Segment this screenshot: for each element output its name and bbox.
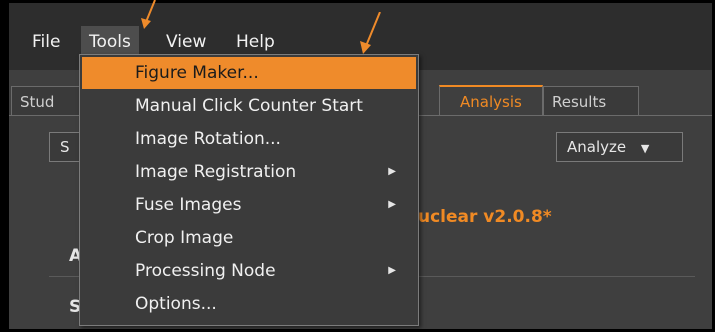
arrow-icon <box>360 12 381 54</box>
menu-item-image-registration[interactable]: Image Registration ▶ <box>82 156 416 188</box>
menu-item-figure-maker[interactable]: Figure Maker... <box>82 57 416 89</box>
triangle-right-icon: ▶ <box>388 265 396 276</box>
protocol-title: uclear v2.0.8* <box>418 207 552 227</box>
menu-item-processing-node[interactable]: Processing Node ▶ <box>82 255 416 287</box>
menu-item-crop-image[interactable]: Crop Image <box>82 222 416 254</box>
menu-file[interactable]: File <box>24 26 68 58</box>
analyze-dropdown[interactable]: Analyze ▼ <box>556 132 683 162</box>
menu-item-options[interactable]: Options... <box>82 288 416 320</box>
menu-item-image-rotation[interactable]: Image Rotation... <box>82 123 416 155</box>
caret-down-icon: ▼ <box>640 142 650 155</box>
menu-item-manual-click-counter[interactable]: Manual Click Counter Start <box>82 90 416 122</box>
tools-dropdown-menu: Figure Maker... Manual Click Counter Sta… <box>79 54 419 326</box>
frame-left <box>0 0 9 332</box>
tab-analysis[interactable]: Analysis <box>439 85 543 116</box>
triangle-right-icon: ▶ <box>388 199 396 210</box>
analyze-label: Analyze <box>567 138 627 156</box>
tab-results[interactable]: Results <box>543 86 639 116</box>
menu-item-fuse-images[interactable]: Fuse Images ▶ <box>82 189 416 221</box>
arrow-icon <box>141 0 156 29</box>
triangle-right-icon: ▶ <box>388 166 396 177</box>
